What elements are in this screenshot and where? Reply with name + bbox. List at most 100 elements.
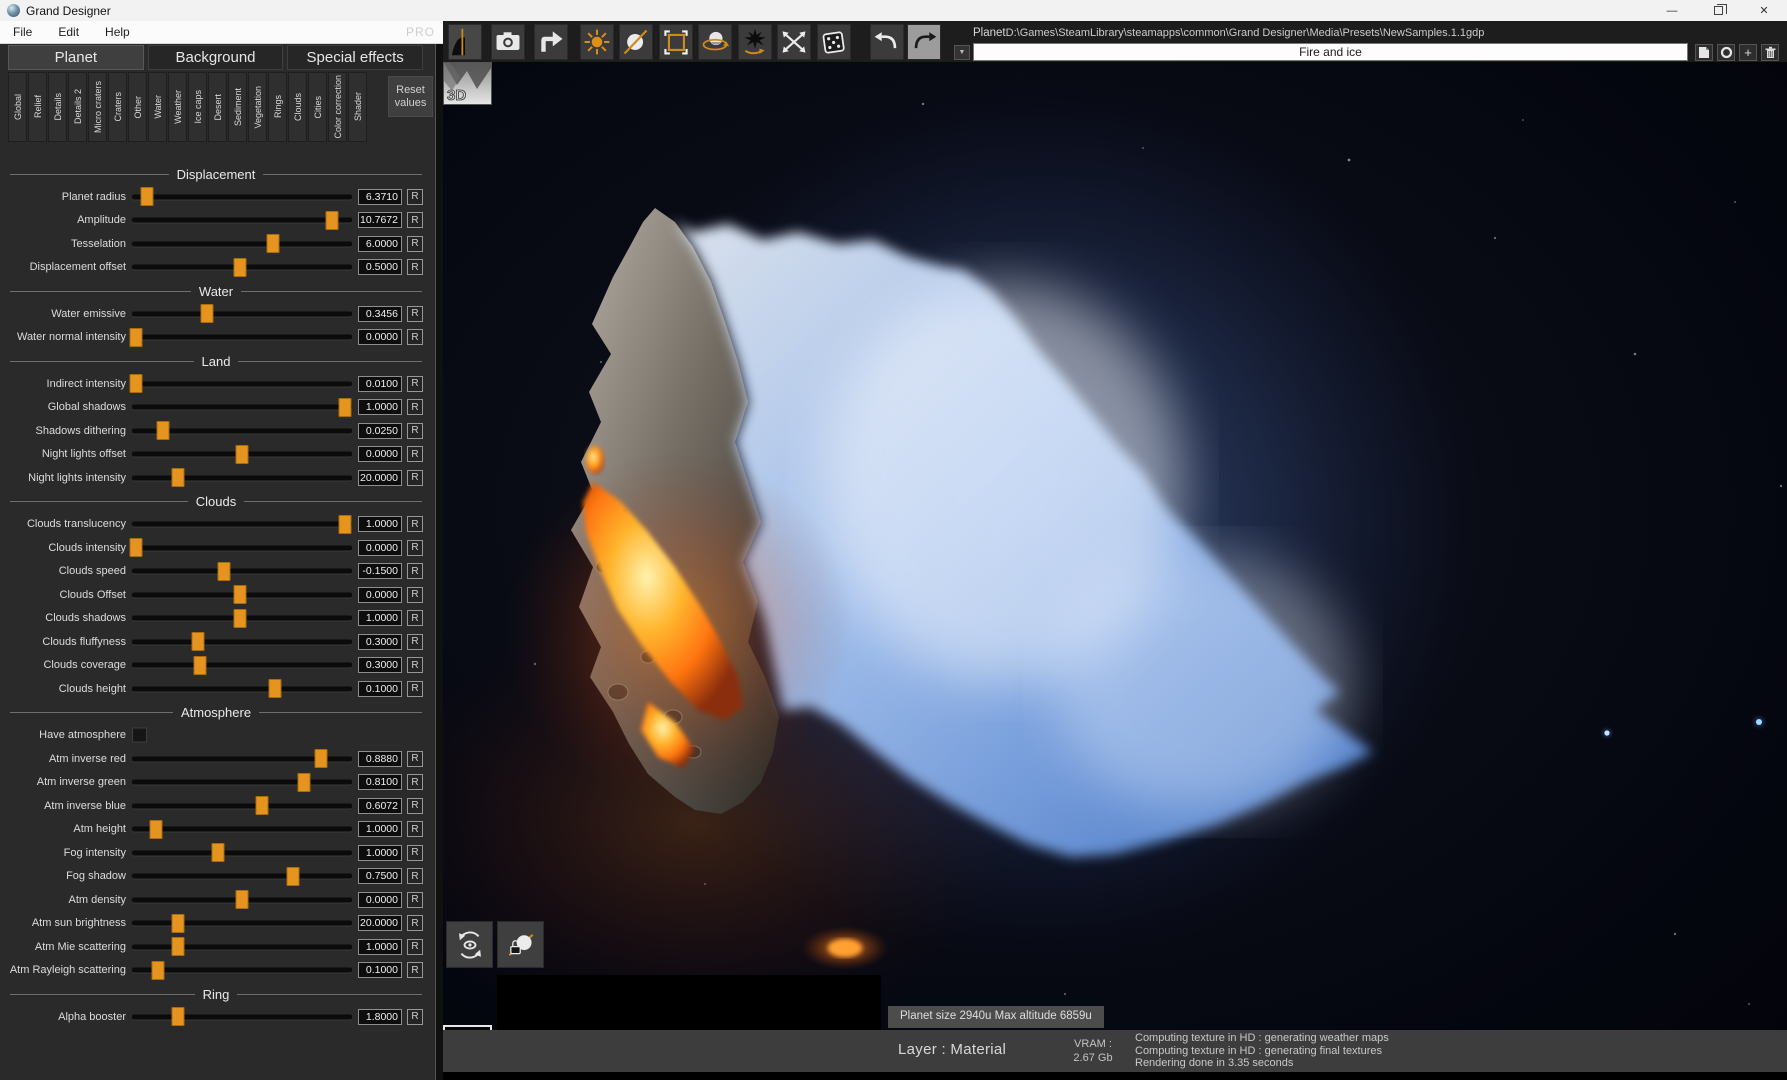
row-reset-button[interactable]: R [407, 774, 423, 790]
slider-track[interactable] [132, 311, 352, 316]
slider-handle[interactable] [266, 234, 279, 253]
category-tab-sediment[interactable]: Sediment [228, 72, 247, 142]
category-tab-vegetation[interactable]: Vegetation [248, 72, 267, 142]
row-reset-button[interactable]: R [407, 892, 423, 908]
slider-track[interactable] [132, 592, 352, 597]
menu-edit[interactable]: Edit [45, 21, 92, 43]
slider-value-field[interactable]: 0.3456 [358, 306, 402, 322]
row-reset-button[interactable]: R [407, 470, 423, 486]
slider-track[interactable] [132, 968, 352, 973]
slider-track[interactable] [132, 335, 352, 340]
row-reset-button[interactable]: R [407, 446, 423, 462]
menu-file[interactable]: File [0, 21, 45, 43]
slider-value-field[interactable]: -0.1500 [358, 563, 402, 579]
slider-value-field[interactable]: 20.0000 [358, 470, 402, 486]
category-tab-relief[interactable]: Relief [28, 72, 47, 142]
row-reset-button[interactable]: R [407, 657, 423, 673]
slider-value-field[interactable]: 0.8880 [358, 751, 402, 767]
category-tab-weather[interactable]: Weather [168, 72, 187, 142]
slider-value-field[interactable]: 0.0250 [358, 423, 402, 439]
export-button[interactable] [534, 24, 568, 60]
row-reset-button[interactable]: R [407, 423, 423, 439]
reset-values-button[interactable]: Reset values [388, 76, 433, 117]
slider-value-field[interactable]: 6.0000 [358, 236, 402, 252]
slider-track[interactable] [132, 522, 352, 527]
row-reset-button[interactable]: R [407, 189, 423, 205]
slider-track[interactable] [132, 475, 352, 480]
category-tab-details[interactable]: Details [48, 72, 67, 142]
category-tab-shader[interactable]: Shader [348, 72, 367, 142]
slider-value-field[interactable]: 1.0000 [358, 399, 402, 415]
slider-value-field[interactable]: 0.0000 [358, 329, 402, 345]
dice-random-button[interactable] [817, 24, 851, 60]
slider-track[interactable] [132, 241, 352, 246]
preset-save-button[interactable] [1695, 44, 1713, 61]
slider-handle[interactable] [172, 1007, 185, 1026]
row-reset-button[interactable]: R [407, 399, 423, 415]
slider-track[interactable] [132, 616, 352, 621]
slider-value-field[interactable]: 0.0100 [358, 376, 402, 392]
slider-track[interactable] [132, 218, 352, 223]
category-tab-ice-caps[interactable]: Ice caps [188, 72, 207, 142]
category-tab-water[interactable]: Water [148, 72, 167, 142]
category-tab-global[interactable]: Global [8, 72, 27, 142]
row-reset-button[interactable]: R [407, 915, 423, 931]
impact-button[interactable] [738, 24, 772, 60]
slider-value-field[interactable]: 20.0000 [358, 915, 402, 931]
row-reset-button[interactable]: R [407, 516, 423, 532]
slider-track[interactable] [132, 827, 352, 832]
preset-delete-button[interactable] [1761, 44, 1779, 61]
category-tab-other[interactable]: Other [128, 72, 147, 142]
slider-track[interactable] [132, 265, 352, 270]
slider-handle[interactable] [130, 538, 143, 557]
row-reset-button[interactable]: R [407, 939, 423, 955]
row-reset-button[interactable]: R [407, 845, 423, 861]
slider-handle[interactable] [297, 773, 310, 792]
preset-reload-button[interactable] [1717, 44, 1735, 61]
row-reset-button[interactable]: R [407, 259, 423, 275]
slider-value-field[interactable]: 0.0000 [358, 587, 402, 603]
slider-track[interactable] [132, 921, 352, 926]
category-tab-cities[interactable]: Cities [308, 72, 327, 142]
slider-handle[interactable] [172, 937, 185, 956]
row-reset-button[interactable]: R [407, 1009, 423, 1025]
slider-handle[interactable] [130, 328, 143, 347]
slider-value-field[interactable]: 0.8100 [358, 774, 402, 790]
slider-handle[interactable] [236, 890, 249, 909]
row-reset-button[interactable]: R [407, 212, 423, 228]
row-reset-button[interactable]: R [407, 610, 423, 626]
slider-handle[interactable] [211, 843, 224, 862]
minimize-button[interactable]: — [1649, 0, 1695, 21]
slider-handle[interactable] [192, 632, 205, 651]
slider-value-field[interactable]: 0.7500 [358, 868, 402, 884]
row-reset-button[interactable]: R [407, 306, 423, 322]
slider-value-field[interactable]: 0.1000 [358, 962, 402, 978]
slider-handle[interactable] [255, 796, 268, 815]
category-tab-details-2[interactable]: Details 2 [68, 72, 87, 142]
lock-planet-button[interactable] [497, 921, 544, 968]
slider-value-field[interactable]: 0.1000 [358, 681, 402, 697]
slider-track[interactable] [132, 874, 352, 879]
row-reset-button[interactable]: R [407, 376, 423, 392]
slider-handle[interactable] [339, 515, 352, 534]
frame-fit-button[interactable] [659, 24, 693, 60]
slider-handle[interactable] [315, 749, 328, 768]
slider-track[interactable] [132, 803, 352, 808]
menu-help[interactable]: Help [92, 21, 143, 43]
slider-track[interactable] [132, 850, 352, 855]
row-reset-button[interactable]: R [407, 681, 423, 697]
slider-track[interactable] [132, 428, 352, 433]
planet-sphere-button[interactable] [619, 24, 653, 60]
slider-track[interactable] [132, 405, 352, 410]
redo-button[interactable] [907, 24, 941, 60]
slider-handle[interactable] [156, 421, 169, 440]
row-reset-button[interactable]: R [407, 329, 423, 345]
row-reset-button[interactable]: R [407, 821, 423, 837]
slider-handle[interactable] [141, 187, 154, 206]
slider-handle[interactable] [150, 820, 163, 839]
row-reset-button[interactable]: R [407, 634, 423, 650]
slider-value-field[interactable]: 0.0000 [358, 446, 402, 462]
slider-value-field[interactable]: 1.8000 [358, 1009, 402, 1025]
slider-track[interactable] [132, 663, 352, 668]
slider-track[interactable] [132, 452, 352, 457]
